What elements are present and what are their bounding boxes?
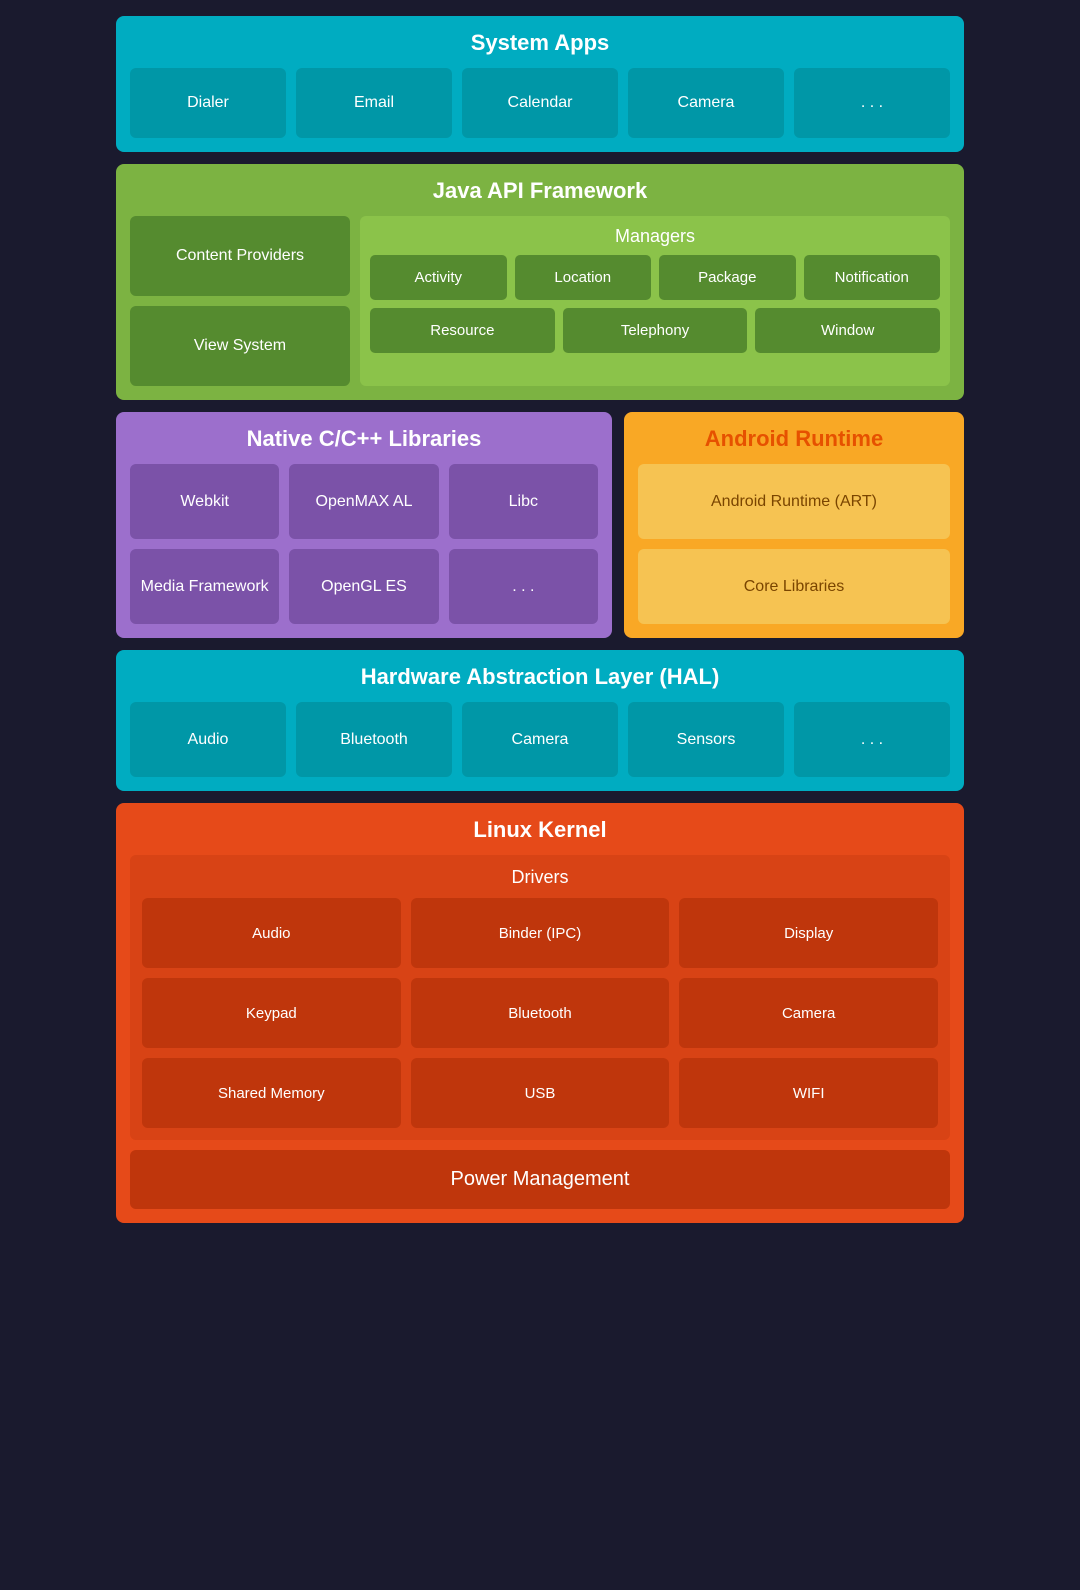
content-providers-cell: Content Providers: [130, 216, 350, 296]
system-apps-title: System Apps: [130, 30, 950, 56]
media-framework-cell: Media Framework: [130, 549, 279, 624]
activity-cell: Activity: [370, 255, 507, 300]
telephony-cell: Telephony: [563, 308, 748, 353]
art-cell: Android Runtime (ART): [638, 464, 950, 539]
hal-title: Hardware Abstraction Layer (HAL): [130, 664, 950, 690]
openmax-cell: OpenMAX AL: [289, 464, 438, 539]
system-apps-cells: Dialer Email Calendar Camera . . .: [130, 68, 950, 138]
hal-sensors-cell: Sensors: [628, 702, 784, 777]
camera-cell: Camera: [628, 68, 784, 138]
power-management-bar: Power Management: [130, 1150, 950, 1209]
hal-camera-cell: Camera: [462, 702, 618, 777]
linux-kernel-layer: Linux Kernel Drivers Audio Binder (IPC) …: [116, 803, 964, 1223]
android-runtime-title: Android Runtime: [638, 426, 950, 452]
driver-binder-cell: Binder (IPC): [411, 898, 670, 968]
drivers-title: Drivers: [142, 867, 938, 888]
android-runtime-layer: Android Runtime Android Runtime (ART) Co…: [624, 412, 964, 638]
dialer-cell: Dialer: [130, 68, 286, 138]
location-cell: Location: [515, 255, 652, 300]
webkit-cell: Webkit: [130, 464, 279, 539]
notification-cell: Notification: [804, 255, 941, 300]
libc-cell: Libc: [449, 464, 598, 539]
driver-audio-cell: Audio: [142, 898, 401, 968]
managers-row1: Activity Location Package Notification: [370, 255, 940, 300]
resource-cell: Resource: [370, 308, 555, 353]
java-api-layer: Java API Framework Content Providers Vie…: [116, 164, 964, 400]
linux-kernel-title: Linux Kernel: [130, 817, 950, 843]
system-apps-layer: System Apps Dialer Email Calendar Camera…: [116, 16, 964, 152]
hal-audio-cell: Audio: [130, 702, 286, 777]
hal-layer: Hardware Abstraction Layer (HAL) Audio B…: [116, 650, 964, 791]
window-cell: Window: [755, 308, 940, 353]
managers-row2: Resource Telephony Window: [370, 308, 940, 353]
java-api-left: Content Providers View System: [130, 216, 350, 386]
opengl-cell: OpenGL ES: [289, 549, 438, 624]
email-cell: Email: [296, 68, 452, 138]
more-cell: . . .: [794, 68, 950, 138]
hal-bluetooth-cell: Bluetooth: [296, 702, 452, 777]
native-runtime-row: Native C/C++ Libraries Webkit OpenMAX AL…: [116, 412, 964, 638]
driver-camera-cell: Camera: [679, 978, 938, 1048]
native-libs-grid: Webkit OpenMAX AL Libc Media Framework O…: [130, 464, 598, 624]
package-cell: Package: [659, 255, 796, 300]
hal-cells: Audio Bluetooth Camera Sensors . . .: [130, 702, 950, 777]
drivers-box: Drivers Audio Binder (IPC) Display Keypa…: [130, 855, 950, 1140]
driver-bluetooth-cell: Bluetooth: [411, 978, 670, 1048]
native-libs-layer: Native C/C++ Libraries Webkit OpenMAX AL…: [116, 412, 612, 638]
core-libraries-cell: Core Libraries: [638, 549, 950, 624]
calendar-cell: Calendar: [462, 68, 618, 138]
view-system-cell: View System: [130, 306, 350, 386]
hal-more-cell: . . .: [794, 702, 950, 777]
java-api-inner: Content Providers View System Managers A…: [130, 216, 950, 386]
driver-usb-cell: USB: [411, 1058, 670, 1128]
driver-wifi-cell: WIFI: [679, 1058, 938, 1128]
drivers-grid: Audio Binder (IPC) Display Keypad Blueto…: [142, 898, 938, 1128]
driver-keypad-cell: Keypad: [142, 978, 401, 1048]
managers-box: Managers Activity Location Package Notif…: [360, 216, 950, 386]
native-more-cell: . . .: [449, 549, 598, 624]
native-libs-title: Native C/C++ Libraries: [130, 426, 598, 452]
driver-shared-memory-cell: Shared Memory: [142, 1058, 401, 1128]
java-api-title: Java API Framework: [130, 178, 950, 204]
managers-title: Managers: [370, 226, 940, 247]
driver-display-cell: Display: [679, 898, 938, 968]
